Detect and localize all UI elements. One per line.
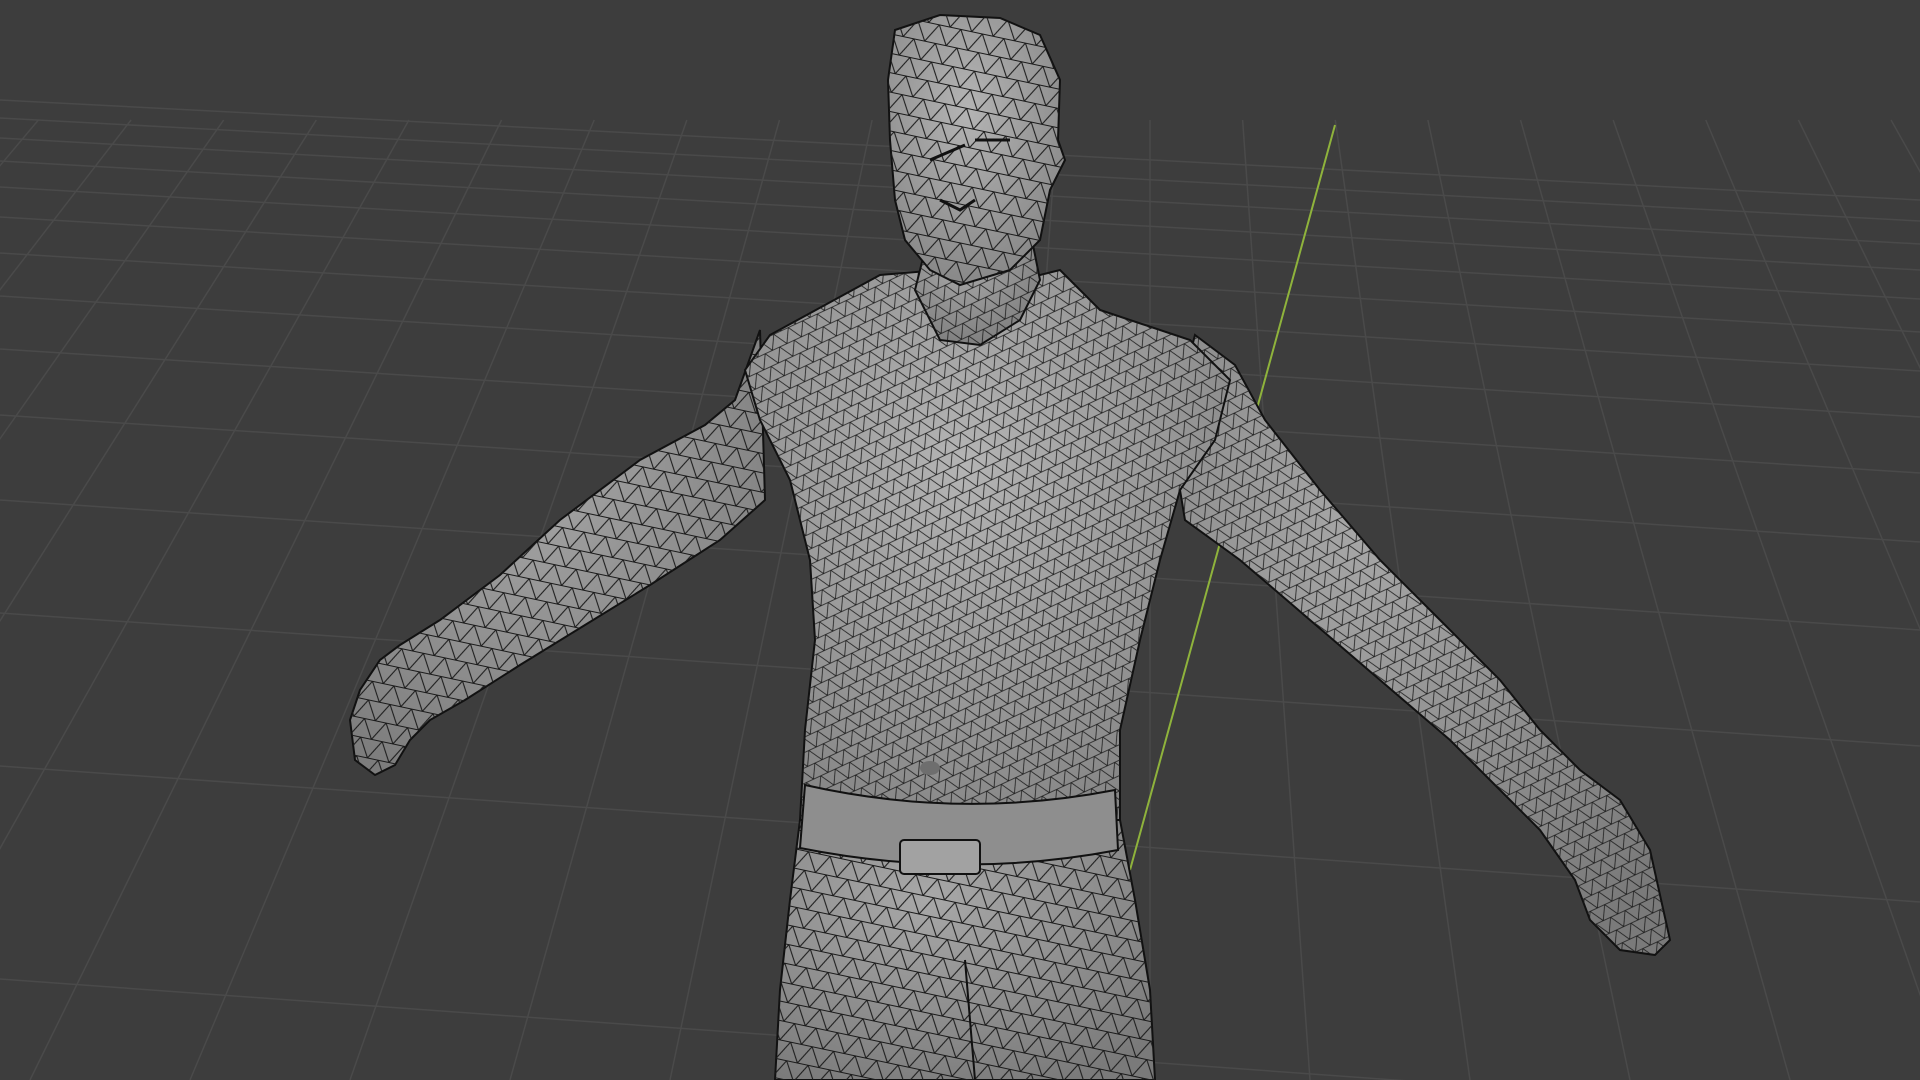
torso (743, 268, 1232, 875)
grid-line (0, 119, 410, 850)
viewport-canvas[interactable] (0, 0, 1920, 1080)
grid-line (1890, 119, 1920, 174)
grid-line (1427, 119, 1631, 1080)
3d-viewport[interactable] (0, 0, 1920, 1080)
navel (920, 761, 940, 775)
right-arm (1168, 333, 1672, 957)
belt-buckle (899, 839, 981, 875)
grid-line (0, 119, 317, 623)
grid-line (0, 119, 132, 292)
character-mesh[interactable] (348, 13, 1672, 1080)
grid-line (29, 119, 503, 1080)
